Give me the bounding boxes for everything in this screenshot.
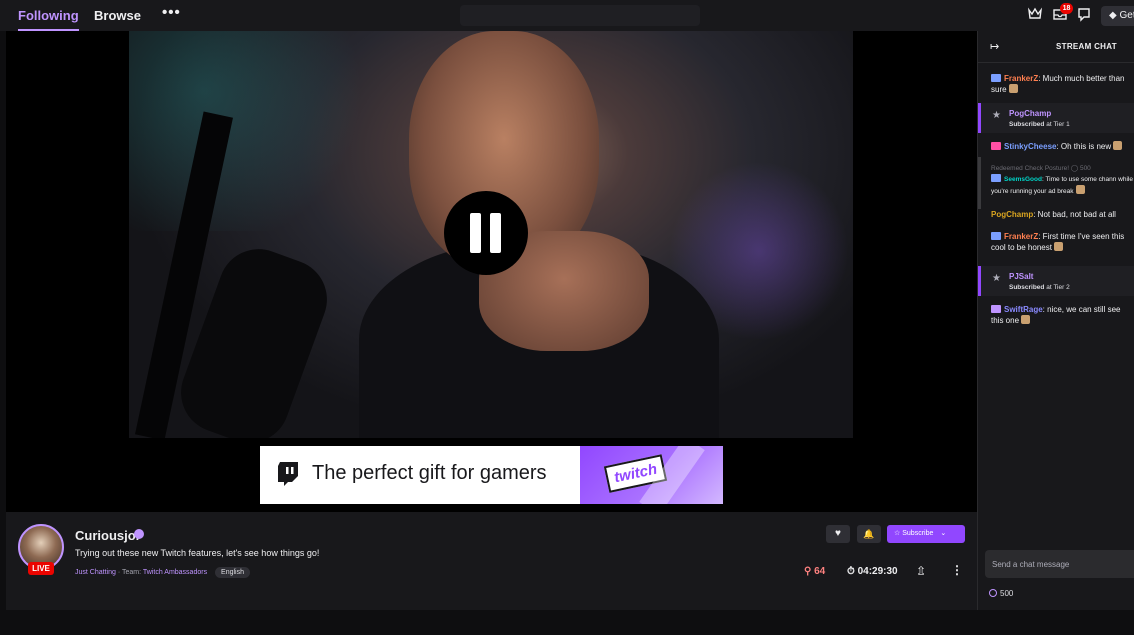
channel-points-value: 500 xyxy=(1000,589,1014,598)
viewer-count-value: 64 xyxy=(814,566,826,577)
uptime: ⏱ 04:29:30 xyxy=(847,566,898,577)
subscribe-button[interactable]: ☆ Subscribe ⌄ xyxy=(887,525,965,543)
verified-icon xyxy=(134,529,144,539)
nav-following[interactable]: Following xyxy=(18,8,79,31)
language-tag[interactable]: English xyxy=(215,567,250,578)
star-icon: ★ xyxy=(992,273,1001,284)
crown-icon[interactable] xyxy=(1027,6,1045,24)
get-bits-label: Get xyxy=(1119,10,1134,21)
ad-banner[interactable]: The perfect gift for gamers twitch xyxy=(260,446,723,504)
collapse-chat-icon[interactable]: ↦ xyxy=(990,40,999,53)
stream-meta: Just Chatting · Team: Twitch Ambassadors… xyxy=(75,567,250,578)
subscribe-label: Subscribe xyxy=(902,530,934,537)
chat-username[interactable]: StinkyCheese xyxy=(1004,142,1056,151)
sub-tier: Subscribed at Tier 2 xyxy=(1009,284,1070,291)
sub-tier-value: at Tier 1 xyxy=(1046,121,1070,128)
timer-icon: ⏱ xyxy=(847,566,855,577)
chat-panel: ↦ STREAM CHAT FrankerZ: Much much better… xyxy=(977,31,1134,610)
chat-text: : Not bad, not bad at all xyxy=(1033,210,1116,219)
star-icon: ★ xyxy=(992,110,1001,121)
get-bits-button[interactable]: ◆ Get xyxy=(1101,6,1134,26)
pause-icon[interactable] xyxy=(444,191,528,275)
ad-text: The perfect gift for gamers xyxy=(312,462,547,484)
crown-badge-icon xyxy=(991,232,1001,240)
redeem-message: SeemsGood: Time to use some chann while … xyxy=(991,174,1134,197)
sub-notice: ★ PogChamp Subscribed at Tier 1 xyxy=(978,103,1134,133)
heart-icon: ♥ xyxy=(835,528,841,539)
chat-username[interactable]: FrankerZ xyxy=(1004,74,1038,83)
notifications-button[interactable]: 🔔 xyxy=(857,525,881,543)
redeem-header: Redeemed Check Posture! ◯ 500 xyxy=(991,163,1134,174)
more-vertical-icon[interactable]: ⋮ xyxy=(951,563,963,577)
chat-message: StinkyCheese: Oh this is new xyxy=(991,141,1134,152)
emote-icon xyxy=(1008,84,1018,93)
top-nav: Following Browse ••• 18 ◆ Get xyxy=(0,0,1134,31)
redeem-title: Redeemed Check Posture! xyxy=(991,165,1070,172)
sub-tier: Subscribed at Tier 1 xyxy=(1009,121,1070,128)
chat-input[interactable]: Send a chat message xyxy=(985,550,1134,578)
sub-username[interactable]: PogChamp xyxy=(1009,109,1051,118)
notification-badge: 18 xyxy=(1060,3,1073,14)
sub-username[interactable]: PJSalt xyxy=(1009,272,1033,281)
uptime-value: 04:29:30 xyxy=(857,566,898,577)
viewer-count: ⚲ 64 xyxy=(804,566,825,577)
chat-message: FrankerZ: First time I've seen this cool… xyxy=(991,231,1134,253)
share-icon[interactable]: ⇫ xyxy=(916,564,926,578)
bits-icon: ◆ xyxy=(1109,10,1117,21)
emote-icon xyxy=(1021,315,1031,324)
category-link[interactable]: Just Chatting xyxy=(75,569,116,576)
chat-message: PogChamp: Not bad, not bad at all xyxy=(991,209,1134,220)
redeem-cost: 500 xyxy=(1079,165,1091,172)
chat-username[interactable]: PogChamp xyxy=(991,210,1033,219)
more-icon[interactable]: ••• xyxy=(162,4,181,21)
meta-separator: · xyxy=(117,569,121,576)
follow-button[interactable]: ♥ xyxy=(826,525,850,543)
channel-points-icon xyxy=(989,589,997,597)
sub-prefix: Subscribed xyxy=(1009,121,1045,128)
channel-name[interactable]: Curiousjoi xyxy=(75,528,139,543)
bell-icon: 🔔 xyxy=(863,529,875,539)
twitch-glitch-icon xyxy=(278,462,298,486)
chat-message: SwiftRage: nice, we can still see this o… xyxy=(991,304,1134,326)
sub-prefix: Subscribed xyxy=(1009,284,1045,291)
chat-header: ↦ STREAM CHAT xyxy=(978,31,1134,63)
video-light-teal xyxy=(129,31,379,231)
stream-info: LIVE Curiousjoi Trying out these new Twi… xyxy=(6,512,977,610)
heart-badge-icon xyxy=(991,142,1001,150)
channel-points[interactable]: 500 xyxy=(989,589,1013,598)
redeem-notice: Redeemed Check Posture! ◯ 500 SeemsGood:… xyxy=(978,157,1134,209)
crown-badge-icon xyxy=(991,74,1001,82)
person-icon: ⚲ xyxy=(804,566,812,577)
chevron-down-icon: ⌄ xyxy=(940,530,947,537)
emote-icon xyxy=(1053,242,1063,251)
chat-username[interactable]: SeemsGood xyxy=(1004,176,1042,183)
video-player[interactable]: The perfect gift for gamers twitch xyxy=(6,31,977,512)
team-label: Team: xyxy=(121,569,142,576)
star-badge-icon xyxy=(991,305,1001,313)
search-input[interactable] xyxy=(460,5,700,26)
emote-icon xyxy=(1075,185,1085,194)
chat-username[interactable]: FrankerZ xyxy=(1004,232,1038,241)
sub-tier-value: at Tier 2 xyxy=(1046,284,1070,291)
whisper-icon[interactable] xyxy=(1076,6,1094,24)
chat-message: FrankerZ: Much much better than sure xyxy=(991,73,1134,95)
chat-text: : Oh this is new xyxy=(1056,142,1112,151)
live-badge: LIVE xyxy=(28,562,54,575)
stream-title: Trying out these new Twitch features, le… xyxy=(75,548,320,558)
chat-username[interactable]: SwiftRage xyxy=(1004,305,1043,314)
team-link[interactable]: Twitch Ambassadors xyxy=(143,569,207,576)
sub-notice: ★ PJSalt Subscribed at Tier 2 xyxy=(978,266,1134,296)
points-icon: ◯ xyxy=(1070,165,1079,172)
nav-browse[interactable]: Browse xyxy=(94,8,141,23)
emote-icon xyxy=(1113,141,1123,150)
chat-title: STREAM CHAT xyxy=(1056,42,1117,51)
crown-badge-icon xyxy=(991,174,1001,182)
star-icon: ☆ xyxy=(894,530,901,537)
